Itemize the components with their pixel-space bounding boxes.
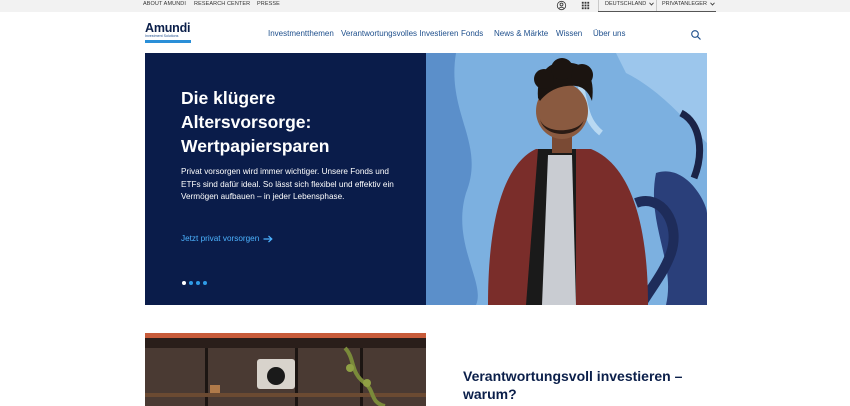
utility-bar: ABOUT AMUNDI RESEARCH CENTER PRESSE DEUT…	[0, 0, 850, 12]
audience-selector[interactable]: PRIVATANLEGER	[662, 1, 715, 7]
hero-title: Die klügere Altersvorsorge: Wertpapiersp…	[181, 88, 330, 156]
hero-person-image	[426, 53, 707, 305]
arrow-right-icon	[263, 235, 273, 242]
section-heading: Verantwortungsvoll investieren – warum?	[463, 368, 683, 402]
carousel-dot[interactable]	[189, 281, 193, 285]
logo-wordmark: Amundi	[145, 21, 191, 35]
nav-ueber-uns[interactable]: Über uns	[593, 29, 625, 38]
chevron-down-icon	[710, 2, 715, 6]
search-icon[interactable]	[690, 29, 702, 41]
carousel-dot[interactable]	[196, 281, 200, 285]
hero-cta-link[interactable]: Jetzt privat vorsorgen	[181, 234, 273, 243]
nav-wissen[interactable]: Wissen	[556, 29, 582, 38]
nav-fonds[interactable]: Fonds	[461, 29, 483, 38]
section-image	[145, 333, 426, 406]
selector-underline	[598, 11, 716, 12]
nav-investmentthemen[interactable]: Investmentthemen	[268, 29, 334, 38]
hero-cta-label: Jetzt privat vorsorgen	[181, 234, 260, 243]
interior-photo	[145, 333, 426, 406]
logo-bar	[145, 40, 191, 43]
user-icon[interactable]	[556, 0, 567, 11]
research-center-link[interactable]: RESEARCH CENTER	[194, 1, 250, 7]
hero-banner: Die klügere Altersvorsorge: Wertpapiersp…	[145, 53, 707, 305]
hero-description: Privat vorsorgen wird immer wichtiger. U…	[181, 167, 394, 201]
nav-news-maerkte[interactable]: News & Märkte	[494, 29, 548, 38]
hero-text-panel: Die klügere Altersvorsorge: Wertpapiersp…	[145, 53, 426, 305]
apps-grid-icon[interactable]	[580, 0, 591, 11]
country-selector[interactable]: DEUTSCHLAND	[605, 1, 655, 7]
audience-label: PRIVATANLEGER	[662, 1, 707, 7]
hero-photo	[426, 53, 707, 305]
about-amundi-link[interactable]: ABOUT AMUNDI	[143, 1, 186, 7]
country-label: DEUTSCHLAND	[605, 1, 647, 7]
nav-verantwortungsvolles-investieren[interactable]: Verantwortungsvolles Investieren	[341, 29, 458, 38]
carousel-dots	[182, 281, 207, 285]
amundi-logo[interactable]: Amundi Investment Solutions	[145, 22, 195, 46]
carousel-dot[interactable]	[203, 281, 207, 285]
chevron-down-icon	[649, 2, 655, 6]
carousel-dot[interactable]	[182, 281, 186, 285]
presse-link[interactable]: PRESSE	[257, 1, 280, 7]
